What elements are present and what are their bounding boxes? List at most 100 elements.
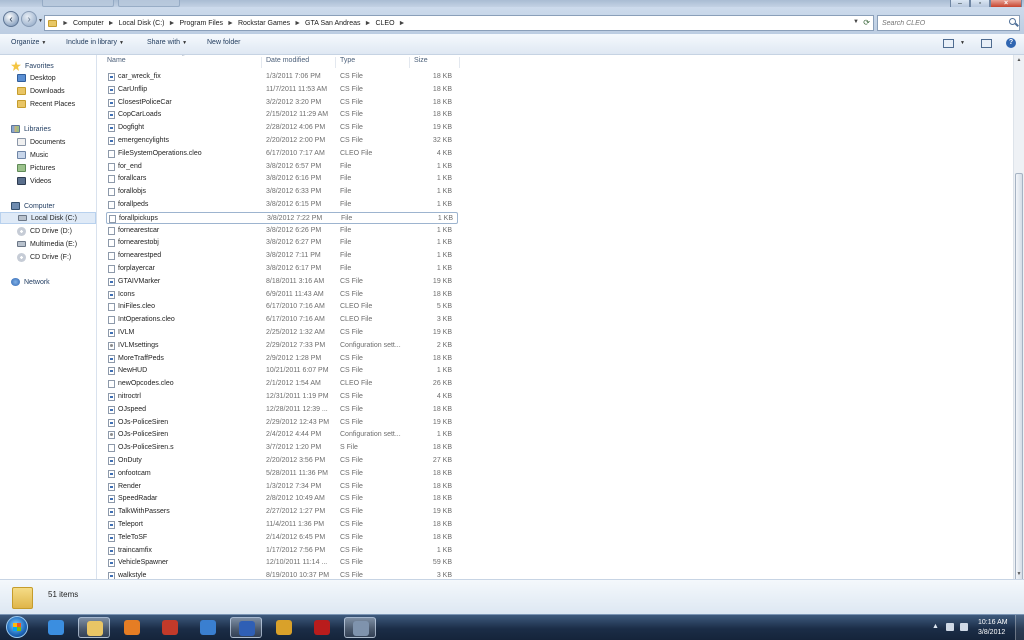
file-row[interactable]: OJs-PoliceSiren.s 3/7/2012 1:20 PM S File 1… — [106, 442, 458, 454]
breadcrumb-computer[interactable]: Computer — [71, 20, 106, 27]
scrollbar-thumb[interactable] — [1015, 173, 1023, 629]
background-window-tab[interactable] — [42, 0, 114, 7]
column-header-name[interactable]: Name — [107, 57, 262, 68]
preview-pane-icon[interactable] — [981, 38, 992, 48]
nav-item-music[interactable]: Music — [0, 149, 113, 161]
breadcrumb-gta-san-andreas[interactable]: GTA San Andreas — [303, 20, 363, 27]
nav-item-local-disk-c[interactable]: Local Disk (C:) — [0, 212, 96, 224]
change-view-icon[interactable] — [943, 38, 955, 48]
file-row[interactable]: OJspeed 12/28/2011 12:39 ... CS File 18 KB — [106, 404, 458, 416]
include-in-library-button[interactable]: Include in library ▼ — [66, 39, 124, 46]
show-desktop-button[interactable] — [1015, 615, 1024, 640]
scroll-up-icon[interactable]: ▲ — [1014, 55, 1024, 65]
nav-item-multimedia-e[interactable]: Multimedia (E:) — [0, 238, 113, 250]
nav-item-cd-drive-f[interactable]: CD Drive (F:) — [0, 251, 113, 263]
file-row[interactable]: SpeedRadar 2/8/2012 10:49 AM CS File 18 KB — [106, 493, 458, 505]
file-row[interactable]: forallobjs 3/8/2012 6:33 PM File 1 KB — [106, 186, 458, 198]
back-button[interactable]: ‹ — [3, 11, 19, 27]
breadcrumb-chevron-icon[interactable]: ► — [225, 20, 236, 27]
vertical-scrollbar[interactable]: ▲ ▼ — [1013, 55, 1024, 629]
file-row[interactable]: onfootcam 5/28/2011 11:36 PM CS File 18 KB — [106, 468, 458, 480]
search-input[interactable] — [878, 16, 1007, 30]
file-row[interactable]: forallpickups 3/8/2012 7:22 PM File 1 KB — [106, 211, 458, 224]
breadcrumb-program-files[interactable]: Program Files — [177, 20, 225, 27]
file-row[interactable]: FileSystemOperations.cleo 6/17/2010 7:17 … — [106, 148, 458, 160]
address-dropdown-icon[interactable]: ▼ — [853, 19, 859, 25]
file-row[interactable]: fornearestped 3/8/2012 7:11 PM File 1 KB — [106, 250, 458, 262]
breadcrumb-chevron-icon[interactable]: ► — [292, 20, 303, 27]
file-row[interactable]: MoreTraffPeds 2/9/2012 1:28 PM CS File 18 K… — [106, 353, 458, 365]
taskbar-button[interactable] — [78, 617, 110, 638]
search-icon[interactable] — [1009, 18, 1016, 25]
taskbar-button[interactable] — [192, 617, 224, 638]
file-row[interactable]: NewHUD 10/21/2011 6:07 PM CS File 1 KB — [106, 365, 458, 377]
nav-item-documents[interactable]: Documents — [0, 136, 113, 148]
file-row[interactable]: for_end 3/8/2012 6:57 PM File 1 KB — [106, 161, 458, 173]
file-row[interactable]: TalkWithPassers 2/27/2012 1:27 PM CS File 1… — [106, 506, 458, 518]
new-folder-button[interactable]: New folder — [207, 39, 240, 46]
file-row[interactable]: GTAIVMarker 8/18/2011 3:16 AM CS File 19 KB — [106, 276, 458, 288]
column-header-type[interactable]: Type — [340, 57, 410, 68]
file-row[interactable]: car_wreck_fix 1/3/2011 7:06 PM CS File 18 K… — [106, 71, 458, 83]
breadcrumb-chevron-icon[interactable]: ► — [397, 20, 408, 27]
file-row[interactable]: CarUnflip 11/7/2011 11:53 AM CS File 18 KB — [106, 84, 458, 96]
nav-item-desktop[interactable]: Desktop — [0, 72, 113, 84]
file-row[interactable]: VehicleSpawner 12/10/2011 11:14 ... CS Fil… — [106, 557, 458, 569]
taskbar-button[interactable] — [306, 617, 338, 638]
network-tray-icon[interactable] — [946, 623, 954, 631]
column-header-size[interactable]: Size — [414, 57, 460, 68]
share-with-button[interactable]: Share with ▼ — [147, 39, 187, 46]
address-bar[interactable]: ► Computer ► Local Disk (C:) ► Program F… — [44, 15, 874, 31]
taskbar-button[interactable] — [268, 617, 300, 638]
file-row[interactable]: IniFiles.cleo 6/17/2010 7:16 AM CLEO File 5… — [106, 301, 458, 313]
file-row[interactable]: TeleToSF 2/14/2012 6:45 PM CS File 18 KB — [106, 532, 458, 544]
file-row[interactable]: OnDuty 2/20/2012 3:56 PM CS File 27 KB — [106, 455, 458, 467]
file-row[interactable]: forplayercar 3/8/2012 6:17 PM File 1 KB — [106, 263, 458, 275]
taskbar-button[interactable] — [230, 617, 262, 638]
file-row[interactable]: ClosestPoliceCar 3/2/2012 3:20 PM CS File 1… — [106, 97, 458, 109]
taskbar-button[interactable] — [344, 617, 376, 638]
nav-item-libraries[interactable]: Libraries — [0, 123, 107, 135]
file-row[interactable]: fornearestobj 3/8/2012 6:27 PM File 1 KB — [106, 237, 458, 249]
file-row[interactable]: newOpcodes.cleo 2/1/2012 1:54 AM CLEO File… — [106, 378, 458, 390]
file-row[interactable]: forallpeds 3/8/2012 6:15 PM File 1 KB — [106, 199, 458, 211]
nav-item-network[interactable]: Network — [0, 276, 107, 288]
breadcrumb-chevron-icon[interactable]: ► — [106, 20, 117, 27]
nav-item-computer[interactable]: Computer — [0, 200, 107, 212]
file-row[interactable]: Icons 6/9/2011 11:43 AM CS File 18 KB — [106, 289, 458, 301]
recent-pages-chevron-icon[interactable]: ▼ — [38, 18, 43, 24]
nav-item-downloads[interactable]: Downloads — [0, 85, 113, 97]
start-button[interactable] — [6, 616, 28, 638]
nav-item-cd-drive-d[interactable]: CD Drive (D:) — [0, 225, 113, 237]
file-row[interactable]: IVLMsettings 2/29/2012 7:33 PM Configurati… — [106, 340, 458, 352]
file-row[interactable]: Dogfight 2/28/2012 4:06 PM CS File 19 KB — [106, 122, 458, 134]
breadcrumb-chevron-icon[interactable]: ► — [60, 20, 71, 27]
breadcrumb-local-disk[interactable]: Local Disk (C:) — [117, 20, 167, 27]
breadcrumb-chevron-icon[interactable]: ► — [167, 20, 178, 27]
background-window-tab[interactable] — [118, 0, 180, 7]
file-row[interactable]: emergencylights 2/20/2012 2:00 PM CS File 3… — [106, 135, 458, 147]
help-icon[interactable]: ? — [1006, 38, 1016, 48]
file-row[interactable]: forallcars 3/8/2012 6:16 PM File 1 KB — [106, 173, 458, 185]
file-row[interactable]: OJs-PoliceSiren 2/4/2012 4:44 PM Configura… — [106, 429, 458, 441]
organize-button[interactable]: Organize ▼ — [11, 39, 46, 46]
file-row[interactable]: CopCarLoads 2/15/2012 11:29 AM CS File 18 K… — [106, 109, 458, 121]
file-row[interactable]: walkstyle 8/19/2010 10:37 PM CS File 3 KB — [106, 570, 458, 579]
file-row[interactable]: IVLM 2/25/2012 1:32 AM CS File 19 KB — [106, 327, 458, 339]
taskbar-button[interactable] — [116, 617, 148, 638]
view-options-chevron-icon[interactable]: ▼ — [960, 40, 965, 46]
file-row[interactable]: OJs-PoliceSiren 2/29/2012 12:43 PM CS File… — [106, 417, 458, 429]
scroll-down-icon[interactable]: ▼ — [1014, 569, 1024, 579]
clock-time[interactable]: 10:16 AM — [978, 619, 1008, 626]
show-hidden-icons-button[interactable]: ▲ — [932, 623, 939, 630]
forward-button[interactable]: › — [21, 11, 37, 27]
volume-tray-icon[interactable] — [960, 623, 968, 631]
file-row[interactable]: traincamfix 1/17/2012 7:56 PM CS File 1 KB — [106, 545, 458, 557]
clock-date[interactable]: 3/8/2012 — [978, 629, 1005, 636]
nav-item-videos[interactable]: Videos — [0, 175, 113, 187]
refresh-icon[interactable]: ⟳ — [863, 18, 870, 27]
nav-item-favorites[interactable]: Favorites — [0, 60, 107, 72]
nav-item-recent-places[interactable]: Recent Places — [0, 98, 113, 110]
column-header-date-modified[interactable]: Date modified — [266, 57, 336, 68]
breadcrumb-rockstar-games[interactable]: Rockstar Games — [236, 20, 292, 27]
